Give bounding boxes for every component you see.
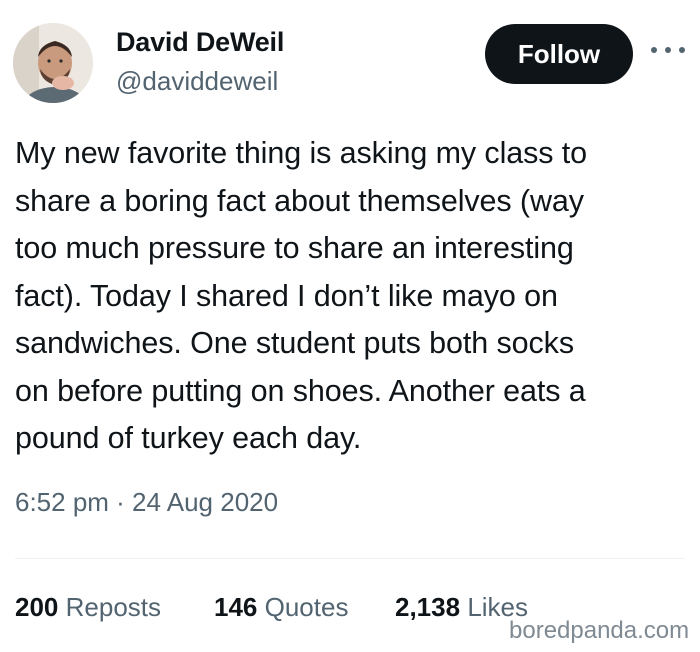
tweet-text: My new favorite thing is asking my class… bbox=[15, 130, 687, 463]
tweet-text-line: fact). Today I shared I don’t like mayo … bbox=[15, 278, 558, 313]
reposts-count: 200 bbox=[15, 592, 59, 622]
avatar-photo bbox=[13, 23, 93, 103]
tweet-text-line: on before putting on shoes. Another eats… bbox=[15, 373, 586, 408]
tweet-text-line: pound of turkey each day. bbox=[15, 421, 362, 455]
quotes-label: Quotes bbox=[264, 592, 349, 622]
reposts-label: Reposts bbox=[65, 592, 162, 622]
dot-icon bbox=[679, 47, 685, 53]
tweet-card: David DeWeil @daviddeweil Follow My new … bbox=[0, 0, 700, 652]
avatar[interactable] bbox=[13, 23, 93, 103]
tweet-text-line: sandwiches. One student puts both socks bbox=[15, 326, 574, 360]
divider bbox=[15, 558, 685, 559]
tweet-text-line: share a boring fact about themselves (wa… bbox=[15, 183, 584, 218]
dot-icon bbox=[665, 47, 671, 53]
follow-button[interactable]: Follow bbox=[485, 24, 633, 84]
more-horizontal-icon[interactable] bbox=[651, 40, 685, 60]
watermark: boredpanda.com bbox=[507, 617, 692, 645]
author-handle[interactable]: @daviddeweil bbox=[116, 66, 278, 97]
quotes-stat[interactable]: 146 Quotes bbox=[214, 592, 348, 623]
tweet-timestamp[interactable]: 6:52 pm · 24 Aug 2020 bbox=[15, 487, 278, 518]
tweet-text-line: My new favorite thing is asking my class… bbox=[15, 136, 588, 170]
quotes-count: 146 bbox=[214, 592, 258, 622]
author-name[interactable]: David DeWeil bbox=[116, 27, 284, 58]
likes-count: 2,138 bbox=[395, 592, 461, 622]
dot-icon bbox=[651, 47, 657, 53]
tweet-text-line: too much pressure to share an interestin… bbox=[15, 231, 574, 265]
reposts-stat[interactable]: 200 Reposts bbox=[15, 592, 161, 623]
